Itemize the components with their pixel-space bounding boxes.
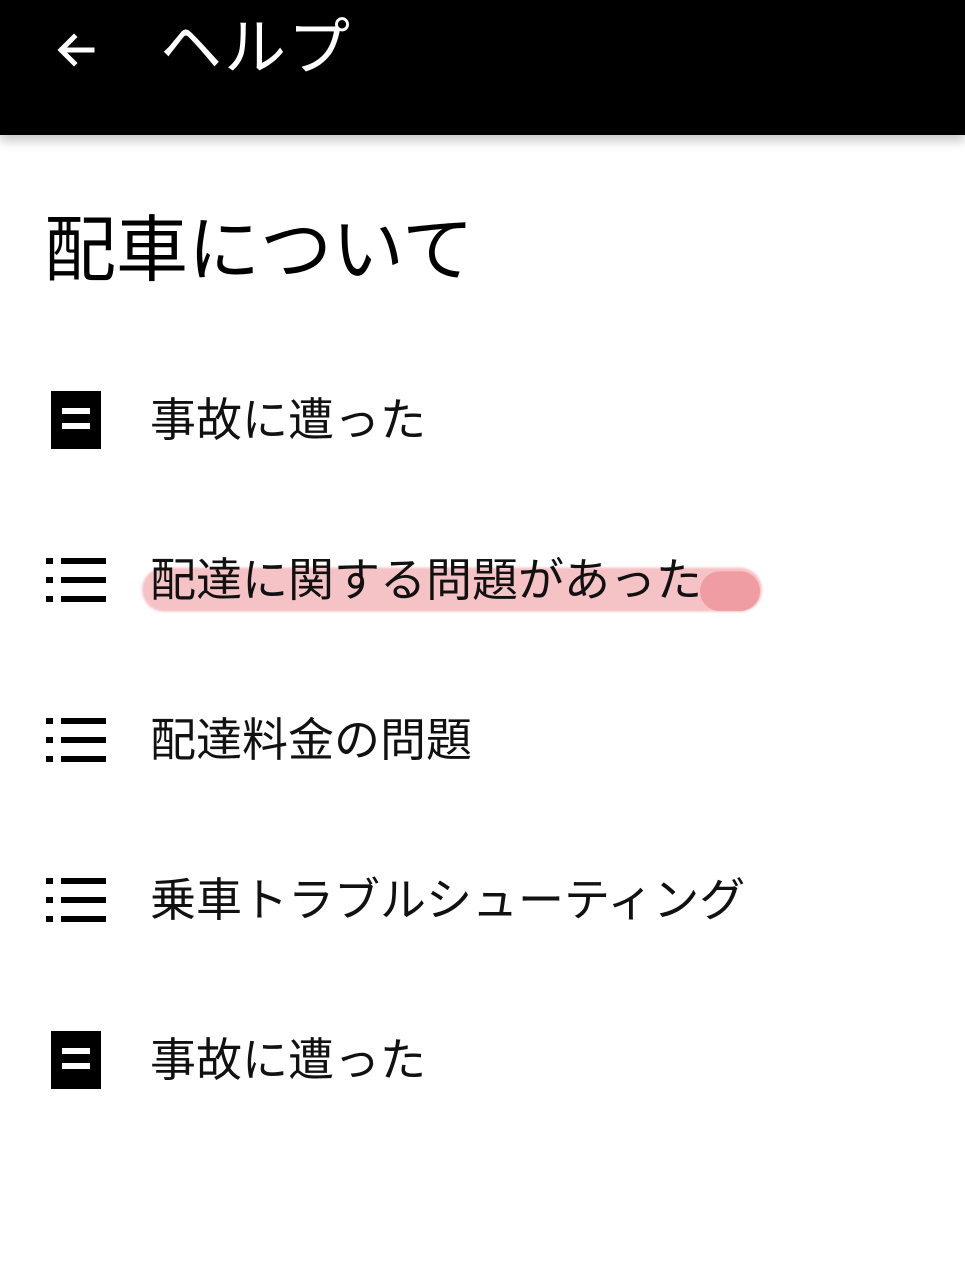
help-item-label: 事故に遭った xyxy=(150,1033,426,1087)
help-item-label: 事故に遭った xyxy=(150,393,426,447)
article-icon xyxy=(44,1028,108,1092)
app-bar: ヘルプ xyxy=(0,0,965,135)
list-icon xyxy=(44,708,108,772)
help-item-delivery-problem[interactable]: 配達に関する問題があった xyxy=(0,500,965,660)
help-item-accident-2[interactable]: 事故に遭った xyxy=(0,980,965,1140)
article-icon xyxy=(44,388,108,452)
help-item-label: 配達料金の問題 xyxy=(150,713,472,767)
arrow-left-icon xyxy=(57,33,95,67)
section-title: 配車について xyxy=(44,208,474,292)
list-icon xyxy=(44,548,108,612)
help-item-delivery-fee[interactable]: 配達料金の問題 xyxy=(0,660,965,820)
page-title: ヘルプ xyxy=(160,11,353,84)
help-item-label: 配達に関する問題があった xyxy=(150,553,702,607)
back-button[interactable] xyxy=(40,18,112,82)
list-icon xyxy=(44,868,108,932)
highlight-mark-tail xyxy=(700,571,760,612)
help-item-ride-troubleshooting[interactable]: 乗車トラブルシューティング xyxy=(0,820,965,980)
help-item-accident[interactable]: 事故に遭った xyxy=(0,340,965,500)
help-item-label: 乗車トラブルシューティング xyxy=(150,873,746,927)
help-topic-list: 事故に遭った 配達に関する問題があった 配達料金の問題 乗車トラブルシューティン… xyxy=(0,340,965,1140)
